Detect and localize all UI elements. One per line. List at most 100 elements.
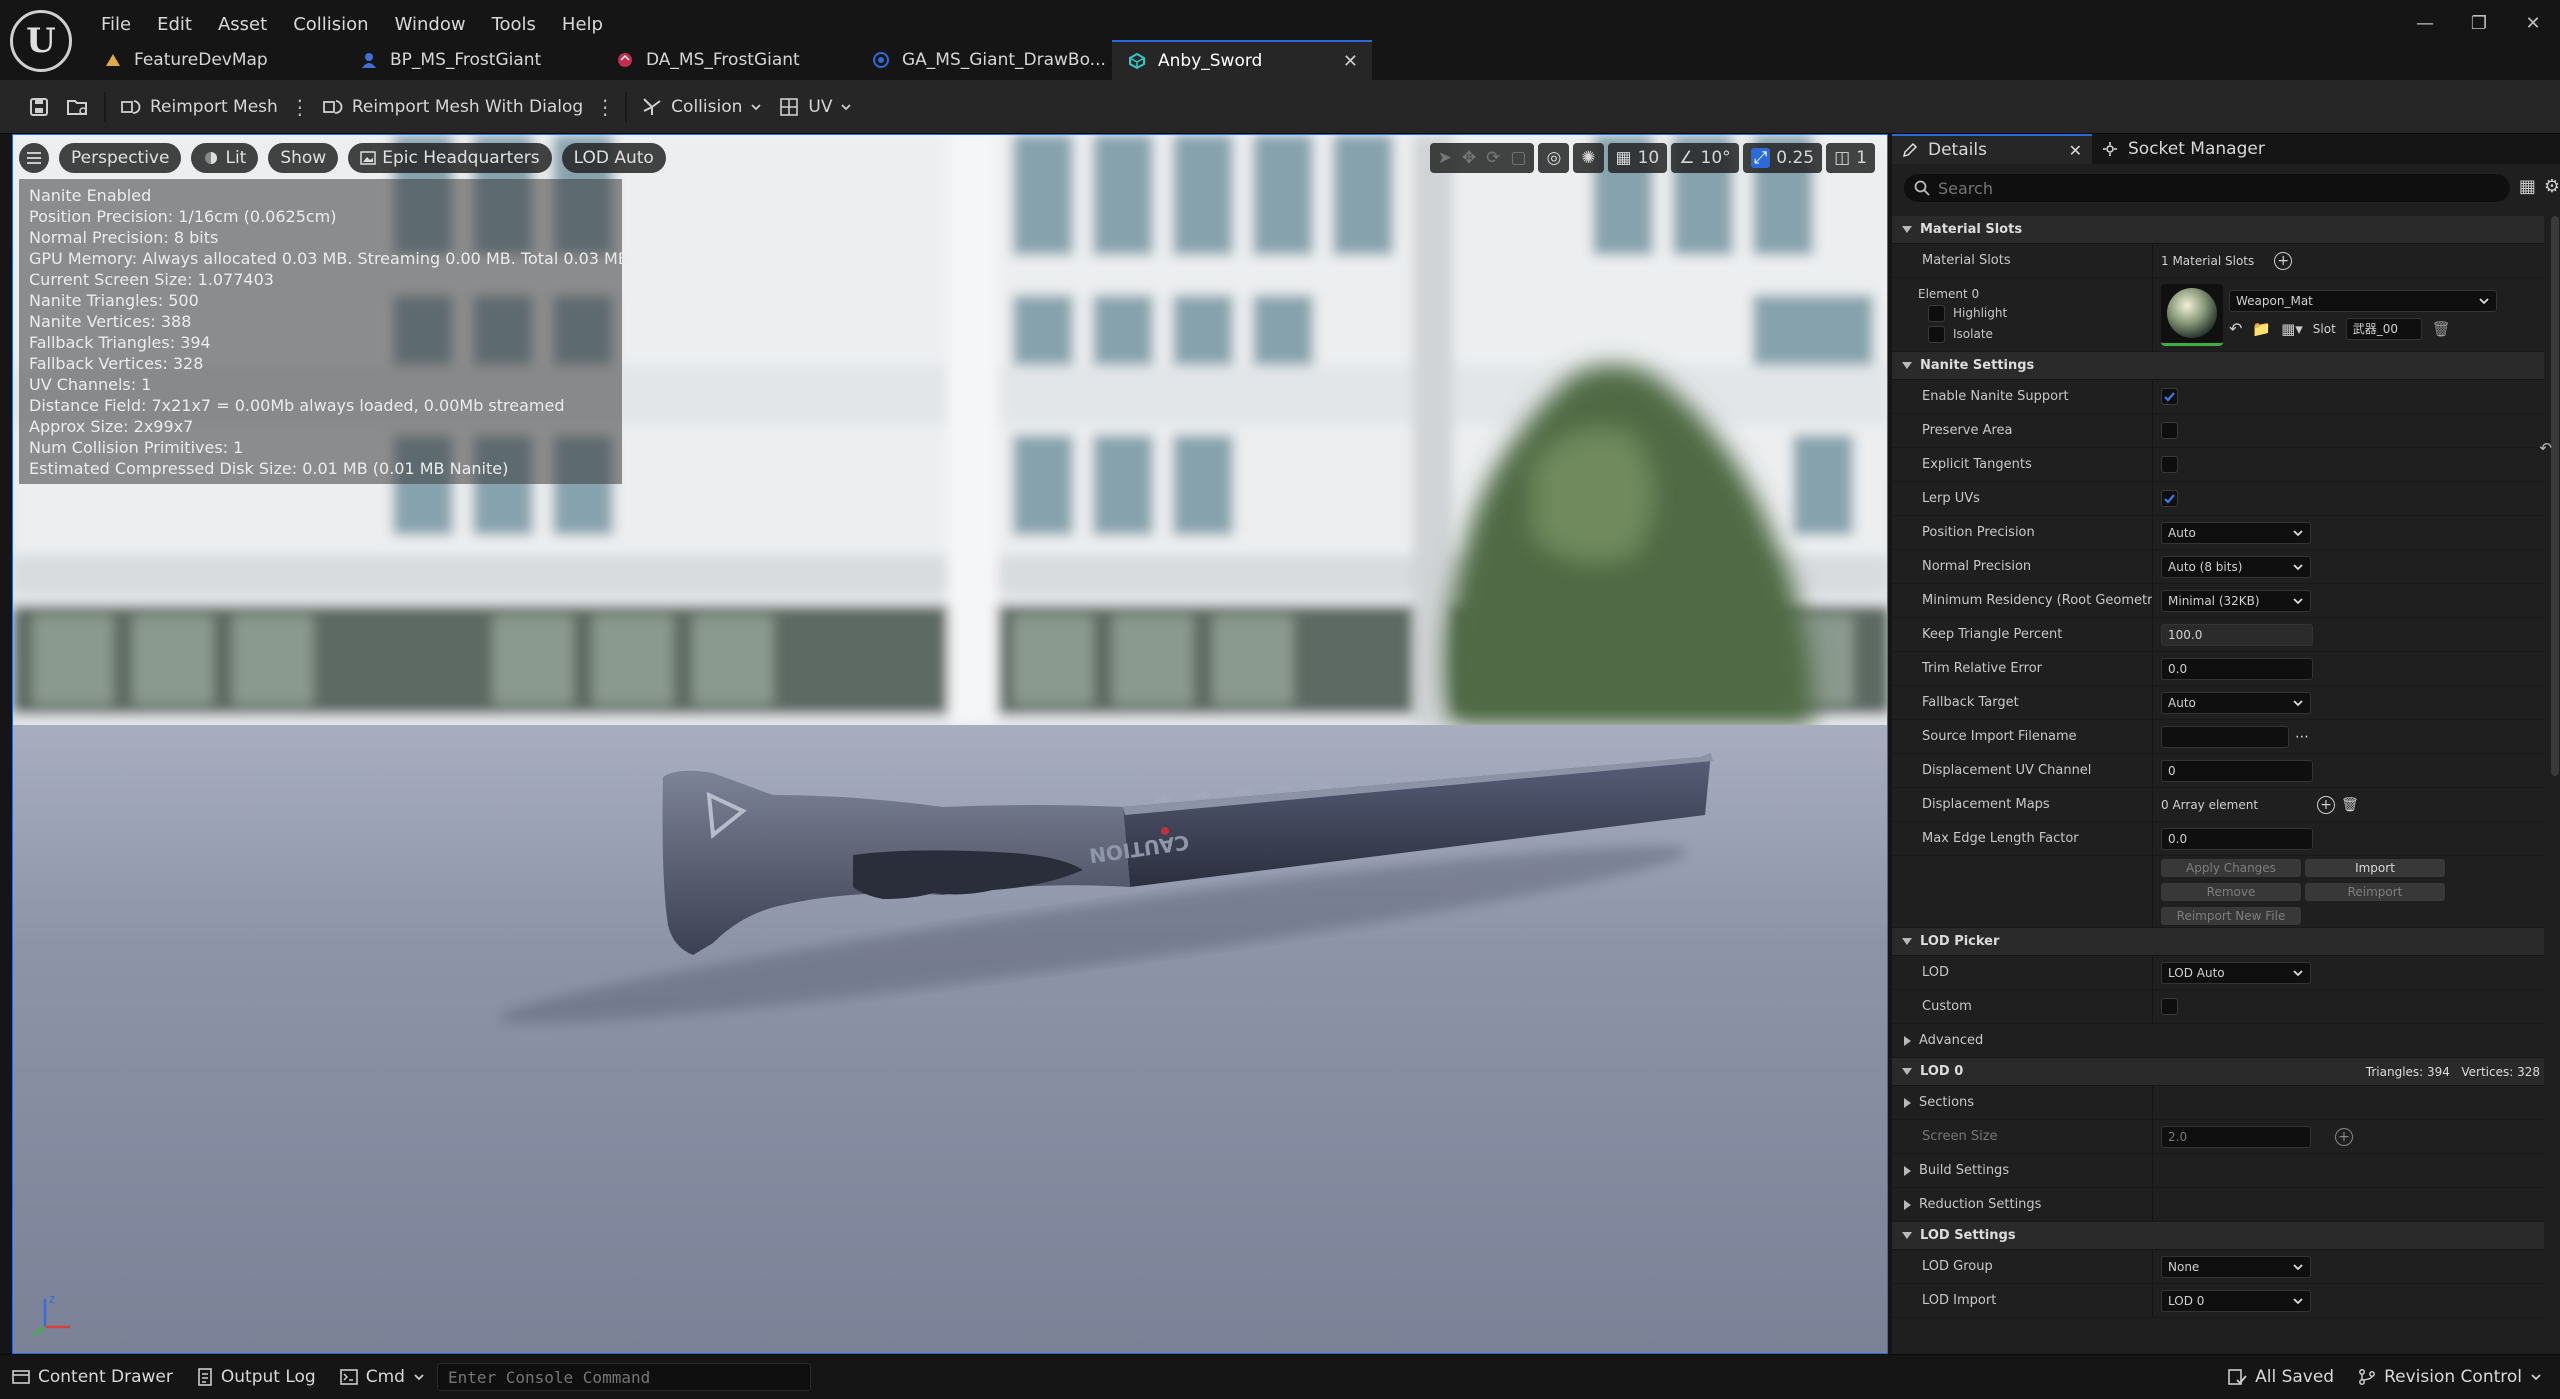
more-options-icon[interactable]: ⋮ [591, 95, 619, 119]
more-options-icon[interactable]: ⋮ [286, 95, 314, 119]
highlight-toggle[interactable]: Highlight [1918, 304, 2152, 322]
delete-slot-icon[interactable]: 🗑 [2432, 320, 2451, 338]
collision-dropdown[interactable]: Collision [633, 87, 770, 127]
browse-material-icon[interactable]: 📁 [2252, 320, 2271, 338]
lod-dropdown[interactable]: LOD Auto [2161, 961, 2311, 984]
preview-scene-button[interactable]: Epic Headquarters [348, 143, 552, 173]
reduction-settings-row[interactable]: Reduction Settings [1892, 1188, 2544, 1222]
revision-control-button[interactable]: Revision Control [2346, 1358, 2554, 1396]
rotation-snap-button[interactable]: ∠ 10° [1671, 143, 1739, 173]
tab-socket-manager[interactable]: Socket Manager [2092, 134, 2275, 164]
menu-window[interactable]: Window [382, 8, 479, 41]
apply-changes-button[interactable]: Apply Changes [2161, 858, 2301, 877]
reimport-mesh-dialog-button[interactable]: Reimport Mesh With Dialog [314, 87, 591, 127]
content-drawer-button[interactable]: Content Drawer [0, 1358, 185, 1396]
tab-bp-ms-frostgiant[interactable]: BP_MS_FrostGiant [344, 40, 600, 80]
tab-anby-sword[interactable]: Anby_Sword ✕ [1112, 40, 1372, 80]
lod-button[interactable]: LOD Auto [561, 143, 666, 173]
menu-asset[interactable]: Asset [205, 8, 280, 41]
tab-da-ms-frostgiant[interactable]: DA_MS_FrostGiant [600, 40, 856, 80]
unreal-logo[interactable]: U [10, 10, 72, 72]
custom-lod-checkbox[interactable] [2161, 998, 2178, 1015]
add-platform-override-icon[interactable]: + [2335, 1127, 2353, 1146]
delete-elements-icon[interactable]: 🗑 [2341, 797, 2359, 813]
highlight-checkbox[interactable] [1928, 304, 1945, 322]
keep-triangle-percent-field[interactable]: 100.0 [2161, 623, 2313, 646]
isolate-toggle[interactable]: Isolate [1918, 325, 2152, 343]
lerp-uvs-checkbox[interactable] [2161, 490, 2178, 507]
browse-file-icon[interactable]: ⋯ [2295, 729, 2309, 745]
output-log-button[interactable]: Output Log [185, 1358, 328, 1396]
material-thumbnail[interactable] [2161, 283, 2223, 346]
build-settings-row[interactable]: Build Settings [1892, 1154, 2544, 1188]
category-lod-picker[interactable]: LOD Picker [1892, 928, 2544, 956]
lod-group-dropdown[interactable]: None [2161, 1255, 2311, 1278]
displacement-uv-channel-field[interactable]: 0 [2161, 759, 2313, 782]
enable-nanite-checkbox[interactable] [2161, 388, 2178, 405]
category-nanite-settings[interactable]: Nanite Settings [1892, 352, 2544, 380]
reimport-button[interactable]: Reimport [2305, 882, 2445, 901]
tab-featuredevmap[interactable]: FeatureDevMap [88, 40, 344, 80]
tab-ga-ms-giant-drawbow[interactable]: GA_MS_Giant_DrawBo... [856, 40, 1112, 80]
max-edge-length-field[interactable]: 0.0 [2161, 827, 2313, 850]
console-input[interactable] [447, 1367, 798, 1387]
mesh-viewport[interactable]: CAUTION Perspective Lit Show Epic Headqu… [12, 134, 1888, 1354]
category-lod-0[interactable]: LOD 0 Triangles: 394 Vertices: 328 [1892, 1058, 2544, 1086]
close-window-icon[interactable]: ✕ [2506, 0, 2560, 46]
restore-icon[interactable]: ❐ [2452, 0, 2506, 46]
search-input[interactable] [1938, 178, 2478, 198]
details-search[interactable] [1904, 174, 2510, 202]
material-dropdown[interactable]: Weapon_Mat [2229, 289, 2497, 312]
sections-row[interactable]: Sections [1892, 1086, 2544, 1120]
close-details-icon[interactable]: ✕ [2069, 141, 2082, 160]
explicit-tangents-checkbox[interactable] [2161, 456, 2178, 473]
uv-dropdown[interactable]: UV [770, 87, 860, 127]
menu-help[interactable]: Help [549, 8, 616, 41]
preserve-area-checkbox[interactable] [2161, 422, 2178, 439]
save-button[interactable] [20, 87, 58, 127]
close-tab-icon[interactable]: ✕ [1343, 51, 1358, 72]
material-options-icon[interactable]: ▦▾ [2281, 320, 2303, 338]
save-status[interactable]: All Saved [2215, 1358, 2346, 1396]
details-scrollbar[interactable] [2550, 216, 2560, 776]
browse-asset-button[interactable] [58, 87, 98, 127]
use-selected-icon[interactable]: ↶ [2229, 319, 2242, 338]
fallback-target-dropdown[interactable]: Auto [2161, 691, 2311, 714]
camera-speed-button[interactable]: ◫ 1 [1826, 143, 1875, 173]
category-lod-settings[interactable]: LOD Settings [1892, 1222, 2544, 1250]
normal-precision-dropdown[interactable]: Auto (8 bits) [2161, 555, 2311, 578]
import-button[interactable]: Import [2305, 858, 2445, 877]
grid-snap-button[interactable]: ▦ 10 [1607, 143, 1668, 173]
remove-button[interactable]: Remove [2161, 882, 2301, 901]
menu-collision[interactable]: Collision [280, 8, 381, 41]
cmd-dropdown[interactable]: Cmd [328, 1358, 437, 1396]
minimum-residency-dropdown[interactable]: Minimal (32KB) [2161, 589, 2311, 612]
show-button[interactable]: Show [268, 143, 339, 173]
add-slot-icon[interactable]: + [2274, 251, 2293, 270]
trim-relative-error-field[interactable]: 0.0 [2161, 657, 2313, 680]
position-precision-dropdown[interactable]: Auto [2161, 521, 2311, 544]
rotate-icon[interactable]: ⟳ [1486, 148, 1500, 168]
menu-tools[interactable]: Tools [479, 8, 549, 41]
lod-import-dropdown[interactable]: LOD 0 [2161, 1289, 2311, 1312]
scale-icon[interactable]: ▢ [1510, 148, 1526, 168]
console-command-box[interactable] [436, 1363, 811, 1391]
menu-edit[interactable]: Edit [144, 8, 205, 41]
select-icon[interactable]: ➤ [1438, 148, 1452, 168]
slot-name-field[interactable]: 武器_00 [2345, 317, 2422, 340]
coordinate-system-button[interactable]: ◎ [1538, 143, 1570, 173]
source-import-filename-field[interactable] [2161, 725, 2289, 748]
isolate-checkbox[interactable] [1928, 325, 1945, 343]
viewport-menu-button[interactable] [19, 143, 49, 173]
table-view-icon[interactable]: ▦ [2519, 176, 2536, 197]
tab-details[interactable]: Details ✕ [1892, 134, 2092, 164]
perspective-button[interactable]: Perspective [59, 143, 182, 173]
advanced-row[interactable]: Advanced [1892, 1024, 2544, 1058]
category-material-slots[interactable]: Material Slots [1892, 216, 2544, 244]
scale-snap-button[interactable]: ⤢ 0.25 [1742, 143, 1823, 173]
add-element-icon[interactable]: + [2317, 795, 2335, 814]
translate-icon[interactable]: ✥ [1462, 148, 1476, 168]
minimize-icon[interactable]: — [2398, 0, 2452, 46]
reimport-mesh-button[interactable]: Reimport Mesh [112, 87, 286, 127]
reset-to-default-icon[interactable]: ↶ [2539, 439, 2552, 457]
